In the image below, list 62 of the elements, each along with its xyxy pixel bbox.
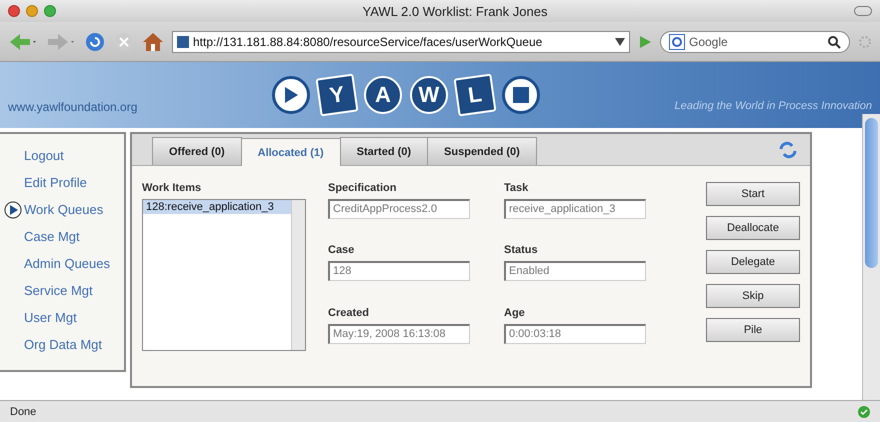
check-icon: [858, 406, 870, 418]
refresh-icon[interactable]: [778, 140, 798, 158]
value-field[interactable]: 0:00:03:18: [504, 324, 646, 344]
field-label: Task: [504, 182, 530, 194]
logo-letter: W: [410, 76, 448, 114]
go-icon[interactable]: [638, 34, 652, 48]
value-field[interactable]: May:19, 2008 16:13:08: [328, 324, 470, 344]
action-button[interactable]: Skip: [706, 284, 800, 308]
action-button[interactable]: Start: [706, 182, 800, 206]
search-placeholder: Google: [689, 34, 729, 48]
sidebar-link[interactable]: Logout: [24, 148, 64, 163]
action-button[interactable]: Delegate: [706, 250, 800, 274]
status-text: Done: [10, 406, 36, 418]
minimize-button[interactable]: [26, 5, 38, 17]
logo-letter: Y: [315, 74, 358, 116]
search-field[interactable]: Google: [660, 30, 850, 52]
site-link[interactable]: www.yawlfoundation.org: [8, 100, 138, 114]
action-button[interactable]: Deallocate: [706, 216, 800, 240]
field-label: Age: [504, 306, 526, 319]
value-field[interactable]: CreditAppProcess2.0: [328, 199, 470, 219]
value-field[interactable]: receive_application_3: [504, 199, 646, 219]
search-engine-icon[interactable]: [669, 34, 685, 50]
sidebar-link[interactable]: Admin Queues: [24, 256, 110, 271]
start-icon: [272, 76, 310, 114]
field-label: Specification: [328, 182, 398, 194]
value-field[interactable]: 128: [328, 261, 470, 282]
sidebar-link[interactable]: Service Mgt: [24, 283, 93, 298]
value-field[interactable]: Enabled: [504, 261, 646, 282]
field-label: Status: [504, 244, 539, 256]
window-title: YAWL 2.0 Worklist: Frank Jones: [362, 4, 548, 18]
url-text: http://131.181.88.84:8080/resourceService/faces/userWorkQueue: [193, 34, 544, 48]
reload-icon[interactable]: [84, 30, 106, 52]
close-button[interactable]: [8, 5, 20, 17]
back-icon[interactable]: [8, 32, 38, 52]
tagline: Leading the World in Process Innovation: [674, 100, 872, 112]
address-field[interactable]: http://131.181.88.84:8080/resourceService/faces/userWorkQueue: [172, 30, 630, 52]
home-icon[interactable]: [142, 32, 164, 52]
spinner-icon: [858, 34, 872, 48]
sidebar-link[interactable]: Edit Profile: [24, 175, 87, 190]
work-item[interactable]: 128:receive_application_3: [143, 200, 291, 214]
dropdown-icon[interactable]: [615, 38, 625, 46]
logo-letter: A: [364, 76, 402, 114]
sidebar-link[interactable]: Org Data Mgt: [24, 337, 102, 352]
logo-letter: L: [453, 74, 496, 116]
work-items-label: Work Items: [142, 182, 202, 194]
sidebar-link[interactable]: User Mgt: [24, 310, 77, 325]
tab[interactable]: Suspended (0): [427, 137, 537, 165]
sidebar-link[interactable]: Work Queues: [24, 202, 104, 217]
tab[interactable]: Offered (0): [152, 137, 242, 165]
zoom-button[interactable]: [44, 5, 56, 17]
field-label: Created: [328, 306, 370, 319]
list-scrollbar[interactable]: [291, 200, 305, 350]
search-icon[interactable]: [827, 34, 841, 48]
toolbar-toggle-icon[interactable]: [854, 6, 872, 16]
tab[interactable]: Allocated (1): [240, 138, 341, 166]
end-icon: [502, 76, 540, 114]
tab[interactable]: Started (0): [340, 137, 428, 165]
page-scrollbar[interactable]: [862, 114, 880, 400]
sidebar-link[interactable]: Case Mgt: [24, 229, 80, 244]
site-icon: [177, 36, 189, 48]
field-label: Case: [328, 244, 356, 256]
action-button[interactable]: Pile: [706, 318, 800, 342]
